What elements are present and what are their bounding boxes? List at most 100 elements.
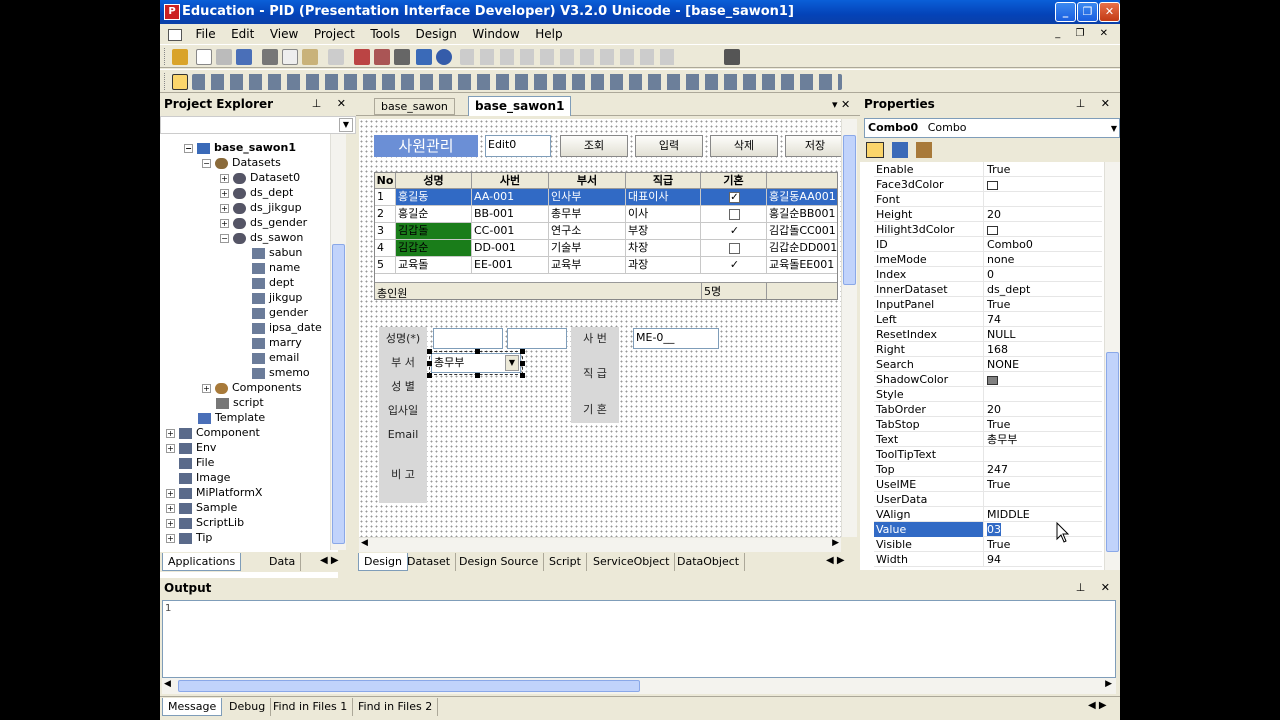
color-swatch-icon[interactable] — [987, 225, 998, 235]
tab-scroll-arrows[interactable]: ◀ ▶ — [320, 555, 339, 566]
tab-scroll-arrows[interactable]: ◀ ▶ — [1088, 700, 1107, 711]
property-value[interactable] — [987, 387, 1102, 402]
married-checkbox[interactable] — [729, 208, 740, 220]
tree-folder[interactable]: + ScriptLib — [166, 515, 244, 530]
property-row[interactable]: UserData — [874, 492, 1102, 507]
resize-handle[interactable] — [520, 361, 525, 366]
component-palette[interactable] — [192, 74, 842, 90]
tree-column[interactable]: dept — [252, 275, 294, 290]
copy-icon[interactable] — [282, 49, 298, 65]
combo-dropdown-icon[interactable]: ▼ — [505, 355, 519, 371]
resize-handle[interactable] — [520, 349, 525, 354]
design-canvas[interactable]: 사원관리 Edit0 조회 입력 삭제 저장 No 성명 사번 부서 직급 기혼… — [359, 119, 841, 537]
married-checkbox[interactable] — [729, 242, 740, 254]
sort-category-icon[interactable] — [892, 142, 908, 158]
name-field-2[interactable] — [507, 328, 567, 349]
property-row[interactable]: Width 94 — [874, 552, 1102, 567]
property-row[interactable]: TabOrder 20 — [874, 402, 1102, 417]
tree-column[interactable]: marry — [252, 335, 302, 350]
tab-data-object[interactable]: DataObject — [672, 553, 746, 571]
tree-folder[interactable]: File — [179, 455, 214, 470]
property-value[interactable] — [987, 492, 1102, 507]
property-value[interactable]: Combo0 — [987, 237, 1102, 252]
property-row[interactable]: Font — [874, 192, 1102, 207]
property-row[interactable]: ShadowColor — [874, 372, 1102, 387]
panel-pin-close[interactable]: ⊥ ✕ — [1076, 94, 1116, 114]
resize-handle[interactable] — [520, 373, 525, 378]
delete-button[interactable]: 삭제 — [710, 135, 778, 157]
resize-handle[interactable] — [475, 349, 480, 354]
property-row[interactable]: Enable True — [874, 162, 1102, 177]
explorer-dropdown-icon[interactable]: ▼ — [339, 118, 353, 132]
property-value[interactable] — [987, 222, 1102, 237]
property-value[interactable]: 247 — [987, 462, 1102, 477]
married-checkbox[interactable]: ✓ — [729, 191, 740, 203]
explorer-scrollbar[interactable] — [330, 134, 346, 550]
property-value[interactable]: NULL — [987, 327, 1102, 342]
tree-column[interactable]: name — [252, 260, 300, 275]
tree-dataset[interactable]: − ds_sawon — [220, 230, 303, 245]
debug-icon[interactable] — [374, 49, 390, 65]
cut-icon[interactable] — [262, 49, 278, 65]
tree-folder[interactable]: + MiPlatformX — [166, 485, 262, 500]
tab-script[interactable]: Script — [544, 553, 587, 571]
menu-edit[interactable]: Edit — [225, 24, 260, 44]
property-row[interactable]: Style — [874, 387, 1102, 402]
print-icon[interactable] — [328, 49, 344, 65]
property-value[interactable]: MIDDLE — [987, 507, 1102, 522]
panel-pin-close[interactable]: ⊥ ✕ — [312, 94, 352, 114]
tab-debug[interactable]: Debug — [224, 698, 272, 716]
maximize-button[interactable]: ❐ — [1077, 2, 1098, 22]
tree-folder[interactable]: + Env — [166, 440, 216, 455]
property-value[interactable]: True — [987, 162, 1102, 177]
property-value[interactable] — [987, 447, 1102, 462]
close-button[interactable]: ✕ — [1099, 2, 1120, 22]
property-row[interactable]: Top 247 — [874, 462, 1102, 477]
menu-window[interactable]: Window — [466, 24, 525, 44]
property-row[interactable]: InputPanel True — [874, 297, 1102, 312]
property-value[interactable]: ds_dept — [987, 282, 1102, 297]
resize-handle[interactable] — [475, 373, 480, 378]
tree-folder[interactable]: + Component — [166, 425, 260, 440]
color-swatch-icon[interactable] — [987, 180, 998, 190]
menu-help[interactable]: Help — [529, 24, 568, 44]
tab-find-in-files-1[interactable]: Find in Files 1 — [268, 698, 354, 716]
tab-base-sawon[interactable]: base_sawon — [374, 98, 455, 115]
tree-template[interactable]: Template — [198, 410, 265, 425]
resize-handle[interactable] — [427, 349, 432, 354]
output-text-area[interactable]: 1 — [162, 600, 1116, 678]
events-icon[interactable] — [916, 142, 932, 158]
property-row[interactable]: InnerDataset ds_dept — [874, 282, 1102, 297]
married-checkmark-icon[interactable]: ✓ — [730, 258, 739, 271]
tree-root[interactable]: − base_sawon1 — [184, 140, 296, 155]
tab-service-object[interactable]: ServiceObject — [588, 553, 676, 571]
menu-file[interactable]: File — [190, 24, 222, 44]
open-file-icon[interactable] — [216, 49, 232, 65]
tab-design[interactable]: Design — [358, 553, 408, 571]
tree-dataset[interactable]: + ds_jikgup — [220, 200, 302, 215]
tree-column[interactable]: sabun — [252, 245, 302, 260]
menu-tools[interactable]: Tools — [364, 24, 406, 44]
pointer-tool-icon[interactable] — [172, 74, 188, 90]
minimize-button[interactable]: _ — [1055, 2, 1076, 22]
property-row[interactable]: Right 168 — [874, 342, 1102, 357]
property-value[interactable] — [987, 177, 1102, 192]
tab-design-source[interactable]: Design Source — [454, 553, 545, 571]
find-icon[interactable] — [394, 49, 410, 65]
tab-scroll-arrows[interactable]: ◀ ▶ — [826, 555, 845, 566]
tree-column[interactable]: gender — [252, 305, 308, 320]
property-row[interactable]: Height 20 — [874, 207, 1102, 222]
tree-script[interactable]: script — [216, 395, 264, 410]
new-file-icon[interactable] — [196, 49, 212, 65]
tree-components[interactable]: + Components — [202, 380, 302, 395]
property-value[interactable] — [987, 372, 1102, 387]
property-value[interactable]: True — [987, 297, 1102, 312]
property-row[interactable]: UseIME True — [874, 477, 1102, 492]
tree-column[interactable]: smemo — [252, 365, 310, 380]
tree-dataset[interactable]: + ds_dept — [220, 185, 293, 200]
menu-design[interactable]: Design — [409, 24, 462, 44]
property-value[interactable]: True — [987, 417, 1102, 432]
property-row[interactable]: ID Combo0 — [874, 237, 1102, 252]
color-swatch-icon[interactable] — [987, 375, 998, 385]
tool-icon[interactable] — [416, 49, 432, 65]
